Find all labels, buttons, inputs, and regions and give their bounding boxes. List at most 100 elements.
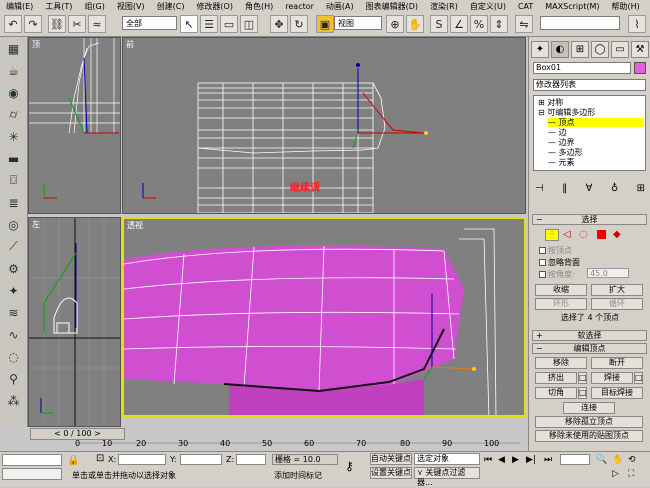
select-object-icon[interactable]: ↖ bbox=[180, 15, 198, 33]
menu-item-maxscript[interactable]: MAXScript(M) bbox=[539, 2, 605, 11]
select-by-name-icon[interactable]: ☰ bbox=[200, 15, 218, 33]
select-manipulate-icon[interactable]: ✋ bbox=[406, 15, 424, 33]
percent-snap-icon[interactable]: % bbox=[470, 15, 488, 33]
maxscript-listener[interactable] bbox=[2, 454, 62, 466]
gear-icon[interactable]: ⚙ bbox=[4, 259, 23, 278]
absolute-mode-icon[interactable]: ⊡ bbox=[96, 453, 104, 464]
camera-icon[interactable]: ⌼ bbox=[4, 171, 23, 190]
go-to-start-icon[interactable]: ⏮ bbox=[484, 455, 492, 465]
hierarchy-tab-icon[interactable]: ⊞ bbox=[571, 41, 589, 58]
connect-button[interactable]: 连接 bbox=[563, 402, 615, 414]
stack-item-element[interactable]: — 元素 bbox=[548, 158, 575, 167]
window-crossing-icon[interactable]: ◫ bbox=[240, 15, 258, 33]
menu-item-animation[interactable]: 动画(A) bbox=[320, 1, 360, 12]
vertex-mode-icon[interactable]: ⁘ bbox=[545, 229, 559, 241]
show-end-result-icon[interactable]: ‖ bbox=[562, 183, 567, 195]
stack-item-border[interactable]: — 边界 bbox=[548, 138, 575, 147]
scale-icon[interactable]: ▣ bbox=[316, 15, 334, 33]
by-vertex-checkbox[interactable]: 按顶点 bbox=[539, 245, 572, 256]
spring-icon[interactable]: ≋ bbox=[4, 303, 23, 322]
create-tab-icon[interactable]: ✦ bbox=[531, 41, 549, 58]
by-angle-checkbox[interactable]: 按角度: bbox=[539, 269, 575, 280]
menu-item-cat[interactable]: CAT bbox=[512, 2, 539, 11]
remove-button[interactable]: 移除 bbox=[535, 357, 587, 369]
curve-editor-icon[interactable]: ⌇ bbox=[628, 15, 646, 33]
ignore-backfacing-checkbox[interactable]: 忽略背面 bbox=[539, 257, 580, 268]
menu-item-reactor[interactable]: reactor bbox=[279, 2, 320, 11]
link-icon[interactable]: ⛓ bbox=[48, 15, 66, 33]
edit-vertices-rollout-header[interactable]: − 编辑顶点 bbox=[532, 343, 647, 354]
modifier-list-dropdown[interactable]: 修改器列表 bbox=[533, 79, 646, 91]
stack-item-polygon[interactable]: — 多边形 bbox=[548, 148, 583, 157]
modify-tab-icon[interactable]: ◐ bbox=[551, 41, 569, 58]
snap-toggle-icon[interactable]: S bbox=[430, 15, 448, 33]
border-mode-icon[interactable]: ◌ bbox=[579, 229, 588, 240]
object-name-field[interactable]: Box01 bbox=[533, 62, 631, 74]
menu-item-views[interactable]: 视图(V) bbox=[111, 1, 151, 12]
menu-item-group[interactable]: 组(G) bbox=[78, 1, 110, 12]
unlink-icon[interactable]: ✂ bbox=[68, 15, 86, 33]
light-icon[interactable]: ✦ bbox=[4, 281, 23, 300]
add-time-tag[interactable]: 添加时间标记 bbox=[274, 470, 338, 481]
chamfer-settings-button[interactable]: □ bbox=[578, 387, 587, 399]
object-color-swatch[interactable] bbox=[634, 62, 646, 74]
rotate-icon[interactable]: ↻ bbox=[290, 15, 308, 33]
maxscript-mini-listener[interactable] bbox=[2, 468, 62, 480]
remove-unused-map-verts-button[interactable]: 移除未使用的贴图顶点 bbox=[535, 430, 643, 442]
viewport-left[interactable]: 左 bbox=[28, 217, 121, 427]
remove-modifier-icon[interactable]: ♁ bbox=[611, 183, 618, 195]
display-tab-icon[interactable]: ▭ bbox=[611, 41, 629, 58]
bind-space-warp-icon[interactable]: ≈ bbox=[88, 15, 106, 33]
grow-button[interactable]: 扩大 bbox=[591, 284, 643, 296]
menu-item-edit[interactable]: 编辑(E) bbox=[0, 1, 39, 12]
sphere-icon[interactable]: ◉ bbox=[4, 83, 23, 102]
named-selection-dropdown[interactable] bbox=[540, 16, 620, 30]
soft-selection-rollout-header[interactable]: + 软选择 bbox=[532, 330, 647, 341]
target-weld-button[interactable]: 目标焊接 bbox=[591, 387, 643, 399]
remove-isolated-vertices-button[interactable]: 移除孤立顶点 bbox=[535, 416, 643, 428]
make-unique-icon[interactable]: ∀ bbox=[586, 183, 593, 195]
maximize-viewport-icon[interactable]: ⛶ bbox=[628, 469, 634, 479]
previous-frame-icon[interactable]: ◀ bbox=[498, 455, 505, 465]
auto-key-button[interactable]: 自动关键点 bbox=[370, 453, 412, 465]
field-of-view-icon[interactable]: ▷ bbox=[612, 469, 619, 479]
tube-icon[interactable]: ◎ bbox=[4, 215, 23, 234]
z-coordinate-field[interactable] bbox=[236, 454, 266, 465]
pivot-center-icon[interactable]: ⊕ bbox=[386, 15, 404, 33]
walk-icon[interactable]: ⚲ bbox=[4, 369, 23, 388]
stack-item-vertex[interactable]: — 顶点 bbox=[548, 118, 644, 127]
undo-icon[interactable]: ↶ bbox=[4, 15, 22, 33]
current-frame-field[interactable] bbox=[560, 454, 590, 465]
create-box-icon[interactable]: ▦ bbox=[4, 39, 23, 58]
menu-item-character[interactable]: 角色(H) bbox=[239, 1, 279, 12]
configure-sets-icon[interactable]: ⊞ bbox=[637, 183, 645, 195]
spinner-snap-icon[interactable]: ⇕ bbox=[490, 15, 508, 33]
move-icon[interactable]: ✥ bbox=[270, 15, 288, 33]
weld-button[interactable]: 焊接 bbox=[591, 372, 633, 384]
weld-settings-button[interactable]: □ bbox=[634, 372, 643, 384]
lock-selection-icon[interactable]: 🔒 bbox=[67, 455, 79, 466]
selection-filter-dropdown[interactable]: 全部 bbox=[122, 16, 177, 30]
y-coordinate-field[interactable] bbox=[180, 454, 222, 465]
bone-icon[interactable]: ⟋ bbox=[4, 237, 23, 256]
x-coordinate-field[interactable] bbox=[118, 454, 166, 465]
loop-button[interactable]: 循环 bbox=[591, 298, 643, 310]
angle-value-field[interactable]: 45.0 bbox=[587, 268, 629, 278]
stack-icon[interactable]: ≣ bbox=[4, 193, 23, 212]
stack-item-symmetry[interactable]: ⊞ 对称 bbox=[538, 98, 563, 107]
zoom-icon[interactable]: 🔍 bbox=[596, 455, 607, 465]
go-to-end-icon[interactable]: ⏭ bbox=[544, 455, 552, 465]
wave-icon[interactable]: ∿ bbox=[4, 325, 23, 344]
viewport-perspective[interactable]: 透视 bbox=[122, 217, 526, 417]
stack-item-editable-poly[interactable]: ⊟ 可编辑多边形 bbox=[538, 108, 595, 117]
key-mode-dropdown[interactable]: 选定对象 bbox=[414, 453, 480, 465]
motion-tab-icon[interactable]: ◯ bbox=[591, 41, 609, 58]
cylinder-icon[interactable]: ⌭ bbox=[4, 105, 23, 124]
teapot-icon[interactable]: ☕ bbox=[4, 61, 23, 80]
angle-snap-icon[interactable]: ∠ bbox=[450, 15, 468, 33]
break-button[interactable]: 断开 bbox=[591, 357, 643, 369]
chamfer-button[interactable]: 切角 bbox=[535, 387, 577, 399]
ring-icon[interactable]: ◌ bbox=[4, 347, 23, 366]
extrude-settings-button[interactable]: □ bbox=[578, 372, 587, 384]
pin-stack-icon[interactable]: ⊣ bbox=[535, 183, 544, 195]
